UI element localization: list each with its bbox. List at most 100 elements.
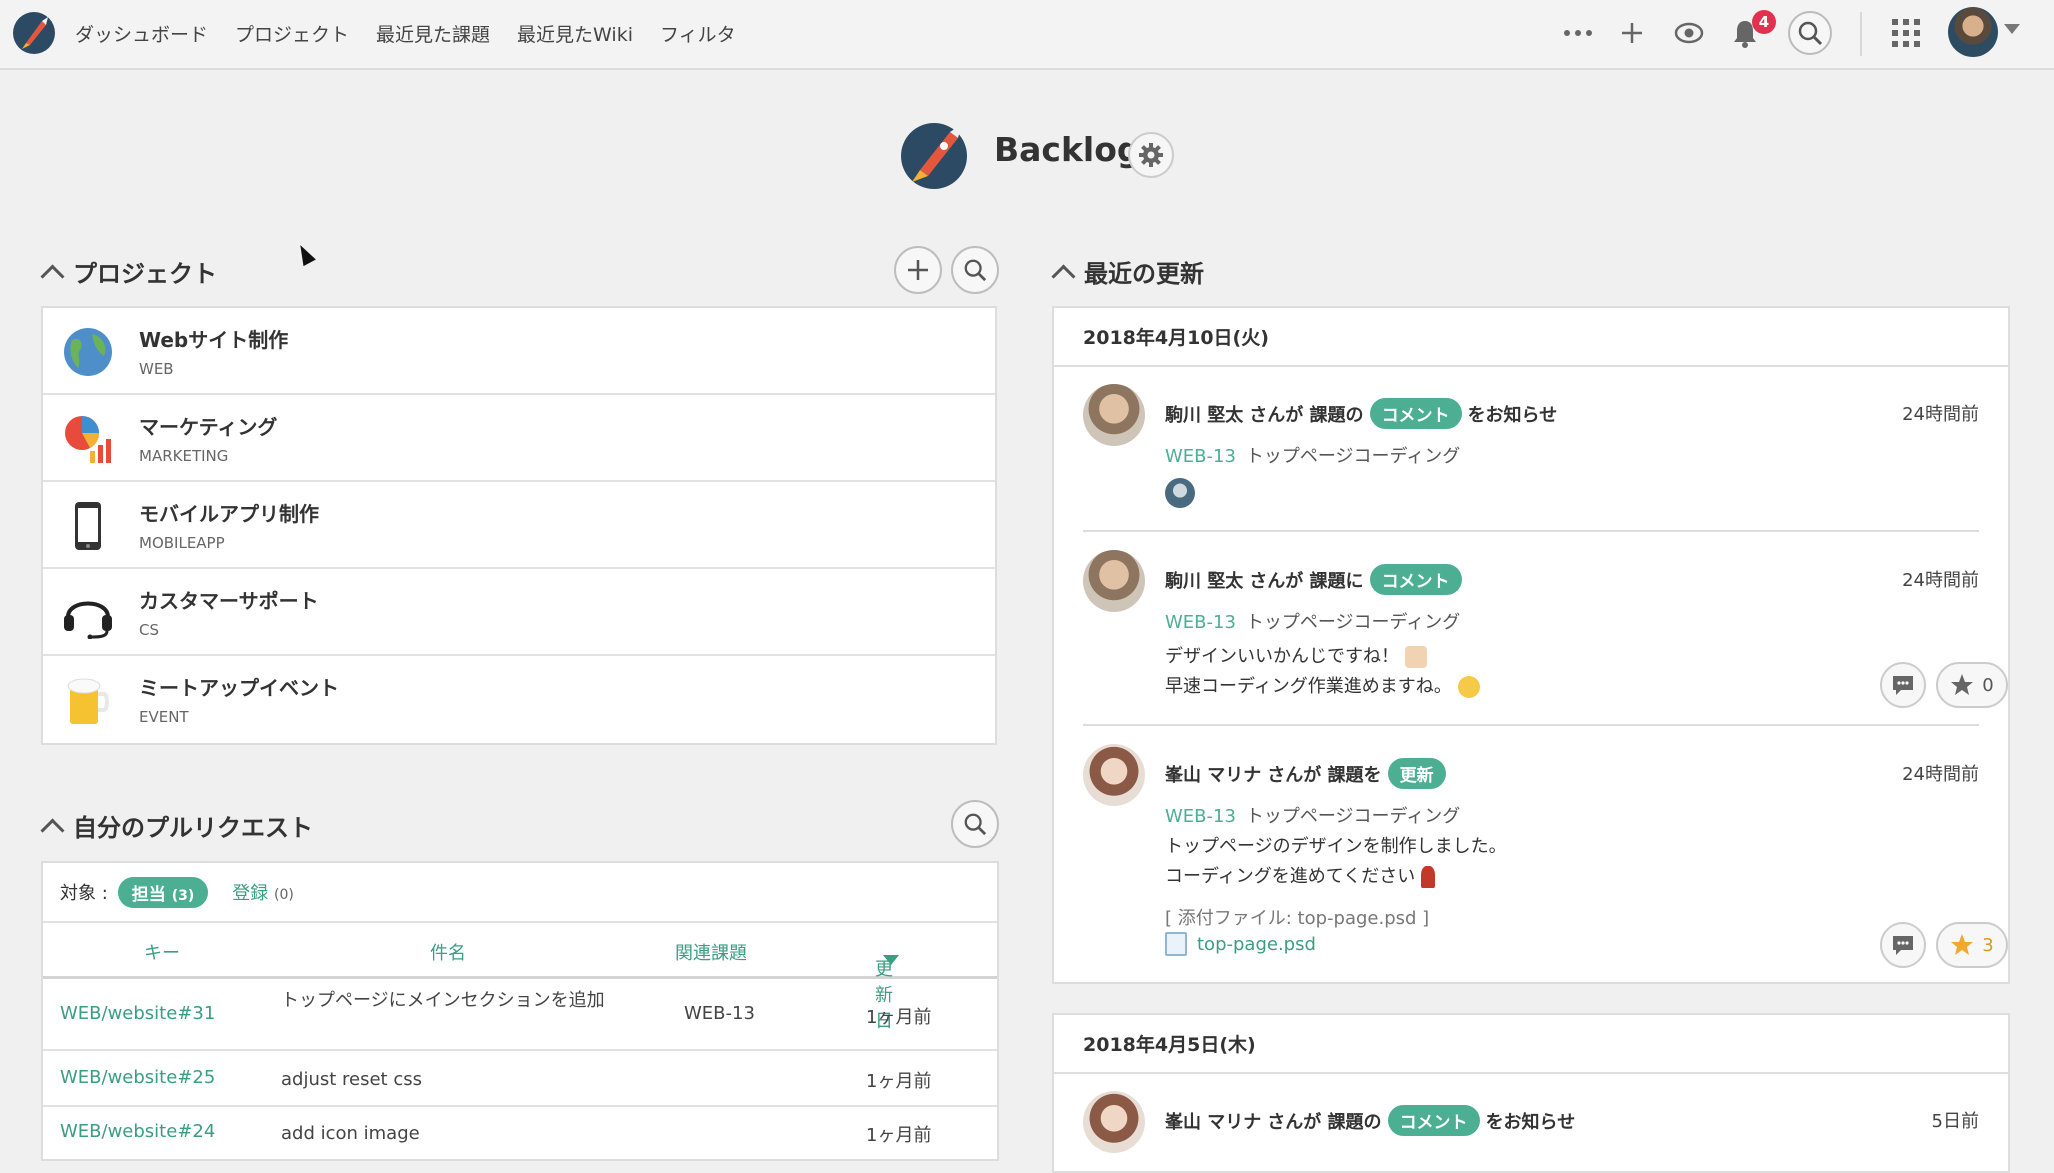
update-type-tag: コメント bbox=[1369, 398, 1462, 429]
apps-grid-icon[interactable] bbox=[1886, 13, 1926, 53]
chevron-up-icon bbox=[40, 818, 65, 843]
pr-updated: 1ヶ月前 bbox=[866, 1071, 932, 1092]
nav-recent-issues[interactable]: 最近見た課題 bbox=[376, 20, 490, 47]
add-project-button[interactable] bbox=[894, 246, 942, 294]
chevron-down-icon[interactable] bbox=[2004, 24, 2020, 34]
project-item-cs[interactable]: カスタマーサポート CS bbox=[43, 569, 995, 656]
update-date-header: 2018年4月10日(火) bbox=[1054, 308, 2008, 367]
project-key: CS bbox=[139, 621, 159, 639]
attachment-file-link[interactable]: top-page.psd bbox=[1165, 932, 1316, 956]
avatar[interactable] bbox=[1083, 550, 1145, 612]
watch-eye-icon[interactable] bbox=[1669, 13, 1709, 53]
update-issue-link[interactable]: WEB-13 トップページコーディング bbox=[1165, 442, 1460, 468]
project-item-web[interactable]: Webサイト制作 WEB bbox=[43, 308, 995, 395]
more-icon[interactable] bbox=[1558, 13, 1598, 53]
update-user[interactable]: 峯山 マリナ bbox=[1165, 1108, 1261, 1134]
project-item-marketing[interactable]: マーケティング MARKETING bbox=[43, 395, 995, 482]
update-summary: 峯山 マリナ さんが 課題の コメント をお知らせ bbox=[1165, 1105, 1575, 1136]
space-logo-icon bbox=[901, 123, 967, 189]
project-name: モバイルアプリ制作 bbox=[139, 502, 319, 526]
attachment-label: [ 添付ファイル: top-page.psd ] bbox=[1165, 908, 1430, 929]
chevron-up-icon bbox=[1051, 264, 1076, 289]
column-related-issue[interactable]: 関連課題 bbox=[675, 939, 747, 965]
table-row[interactable]: WEB/website#24 add icon image 1ヶ月前 bbox=[43, 1107, 997, 1163]
update-time: 24時間前 bbox=[1902, 764, 1979, 785]
smartphone-icon bbox=[75, 502, 101, 550]
pull-requests-section-title[interactable]: 自分のプルリクエスト bbox=[40, 808, 313, 843]
reply-comment-button[interactable] bbox=[1880, 662, 1926, 708]
pull-request-panel: 対象 : 担当 (3) 登録 (0) キー 件名 関連課題 更新日 WEB/we… bbox=[41, 861, 999, 1161]
pie-chart-icon bbox=[65, 416, 111, 463]
project-name: カスタマーサポート bbox=[139, 589, 319, 613]
user-avatar[interactable] bbox=[1948, 7, 1998, 57]
projects-section-title[interactable]: プロジェクト bbox=[40, 254, 217, 289]
reply-comment-button[interactable] bbox=[1880, 922, 1926, 968]
search-icon[interactable] bbox=[1788, 11, 1832, 55]
update-entry: 駒川 堅太 さんが 課題の コメント をお知らせ 24時間前 WEB-13 トップ… bbox=[1083, 384, 1979, 508]
backlog-logo-icon[interactable] bbox=[12, 11, 56, 55]
update-issue-link[interactable]: WEB-13 トップページコーディング bbox=[1165, 802, 1460, 828]
pr-key-link[interactable]: WEB/website#25 bbox=[60, 1067, 215, 1088]
headset-icon bbox=[64, 601, 112, 639]
project-key: MARKETING bbox=[139, 447, 229, 465]
search-pull-requests-button[interactable] bbox=[951, 800, 999, 848]
star-button[interactable]: 3 bbox=[1936, 922, 2008, 968]
update-user[interactable]: 駒川 堅太 bbox=[1165, 401, 1243, 427]
nav-filter[interactable]: フィルタ bbox=[660, 20, 736, 47]
project-key: WEB bbox=[139, 360, 174, 378]
update-user[interactable]: 駒川 堅太 bbox=[1165, 567, 1243, 593]
avatar[interactable] bbox=[1083, 384, 1145, 446]
update-type-tag: 更新 bbox=[1387, 758, 1446, 789]
column-key[interactable]: キー bbox=[144, 939, 180, 965]
table-row[interactable]: WEB/website#25 adjust reset css 1ヶ月前 bbox=[43, 1051, 997, 1107]
filter-registered-tab[interactable]: 登録 (0) bbox=[232, 879, 294, 905]
star-count: 0 bbox=[1982, 674, 1994, 696]
search-icon bbox=[964, 813, 987, 836]
nav-dashboard[interactable]: ダッシュボード bbox=[75, 20, 208, 47]
praise-hands-emoji-icon bbox=[1405, 646, 1427, 668]
notified-user-avatar[interactable] bbox=[1165, 478, 1195, 508]
pr-related-issue[interactable]: WEB-13 bbox=[684, 1003, 755, 1024]
star-icon bbox=[1951, 674, 1974, 695]
nav-projects[interactable]: プロジェクト bbox=[235, 20, 349, 47]
column-subject[interactable]: 件名 bbox=[430, 939, 466, 965]
update-summary: 峯山 マリナ さんが 課題を 更新 bbox=[1165, 758, 1446, 789]
filter-assigned-tab[interactable]: 担当 (3) bbox=[117, 876, 209, 908]
update-user[interactable]: 峯山 マリナ bbox=[1165, 761, 1261, 787]
star-count: 3 bbox=[1982, 934, 1994, 956]
add-icon[interactable] bbox=[1612, 13, 1652, 53]
project-name: マーケティング bbox=[139, 415, 278, 439]
pr-key-link[interactable]: WEB/website#24 bbox=[60, 1121, 215, 1142]
gear-icon bbox=[1139, 143, 1163, 167]
project-item-event[interactable]: ミートアップイベント EVENT bbox=[43, 656, 995, 743]
beer-icon bbox=[67, 678, 109, 724]
space-settings-button[interactable] bbox=[1128, 132, 1174, 178]
dancer-emoji-icon bbox=[1421, 866, 1436, 888]
speech-bubble-icon bbox=[1893, 936, 1913, 955]
space-name: Backlog bbox=[994, 130, 1141, 169]
avatar[interactable] bbox=[1083, 744, 1145, 806]
pr-subject: adjust reset css bbox=[281, 1069, 422, 1090]
chevron-up-icon bbox=[40, 264, 65, 289]
recent-updates-section-title[interactable]: 最近の更新 bbox=[1051, 254, 1204, 289]
globe-icon bbox=[64, 328, 112, 376]
pr-key-link[interactable]: WEB/website#31 bbox=[60, 1003, 215, 1024]
nav-recent-wiki[interactable]: 最近見たWiki bbox=[517, 20, 633, 47]
project-item-mobileapp[interactable]: モバイルアプリ制作 MOBILEAPP bbox=[43, 482, 995, 569]
avatar[interactable] bbox=[1083, 1091, 1145, 1153]
pr-table-header: キー 件名 関連課題 更新日 bbox=[43, 923, 997, 1032]
main-nav: ダッシュボード プロジェクト 最近見た課題 最近見たWiki フィルタ bbox=[75, 0, 736, 66]
star-icon bbox=[1951, 934, 1974, 955]
top-bar: ダッシュボード プロジェクト 最近見た課題 最近見たWiki フィルタ 4 bbox=[0, 0, 2054, 70]
sort-desc-icon bbox=[883, 955, 899, 965]
update-date-header: 2018年4月5日(木) bbox=[1054, 1015, 2008, 1074]
pr-updated: 1ヶ月前 bbox=[866, 1007, 932, 1028]
header-divider bbox=[1860, 12, 1862, 56]
plus-icon bbox=[908, 260, 928, 280]
search-projects-button[interactable] bbox=[951, 246, 999, 294]
table-row[interactable]: WEB/website#31 トップページにメインセクションを追加 WEB-13… bbox=[43, 979, 997, 1051]
update-issue-link[interactable]: WEB-13 トップページコーディング bbox=[1165, 608, 1460, 634]
star-button[interactable]: 0 bbox=[1936, 662, 2008, 708]
comment-text: デザインいいかんじですね！ 早速コーディング作業進めますね。 bbox=[1165, 642, 1480, 702]
pr-subject: add icon image bbox=[281, 1123, 420, 1144]
